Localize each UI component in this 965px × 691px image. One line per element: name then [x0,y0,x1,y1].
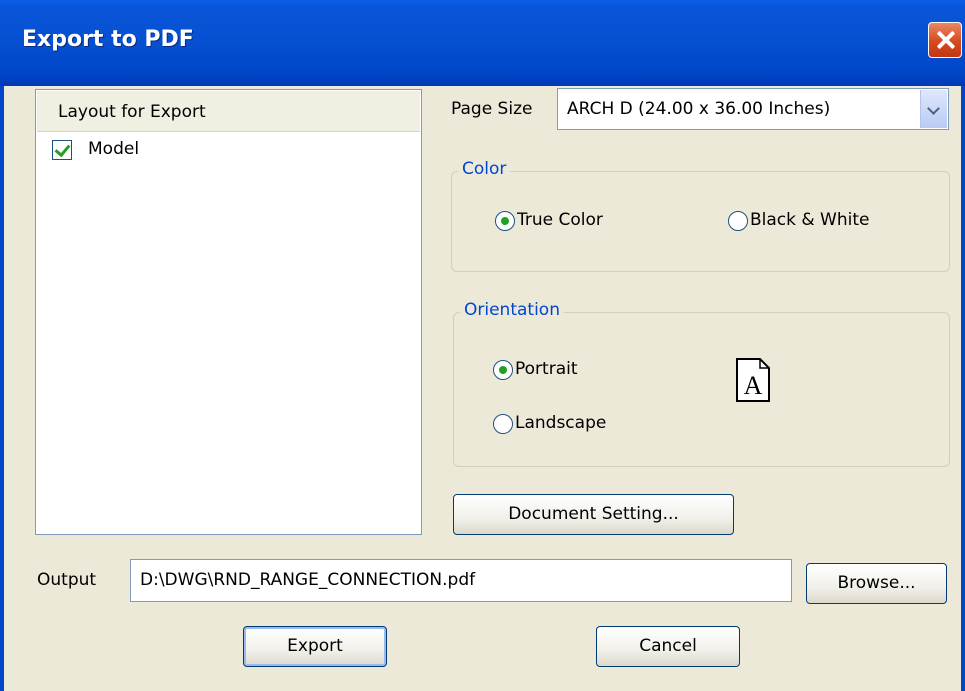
cancel-label: Cancel [639,636,697,656]
radio-black-white-dot[interactable] [728,211,748,231]
cancel-button[interactable]: Cancel [596,626,740,667]
document-setting-button[interactable]: Document Setting... [453,494,734,535]
radio-portrait-dot[interactable] [493,360,513,380]
radio-true-color-dot[interactable] [495,211,515,231]
page-size-label: Page Size [451,99,533,119]
export-button[interactable]: Export [243,626,387,667]
layout-list-header[interactable]: Layout for Export [37,91,420,132]
document-setting-label: Document Setting... [508,504,679,524]
preview-letter: A [744,371,763,400]
model-checkbox[interactable] [52,140,72,160]
window-frame-left [0,86,4,691]
layout-list[interactable]: Layout for Export Model [35,89,422,535]
output-label: Output [37,570,97,590]
page-size-value: ARCH D (24.00 x 36.00 Inches) [567,99,831,119]
export-label: Export [287,636,343,656]
radio-true-color-label: True Color [517,210,603,230]
orientation-group-legend: Orientation [460,300,564,320]
radio-black-white-label: Black & White [750,210,870,230]
radio-portrait-label: Portrait [515,359,578,379]
browse-label: Browse... [837,573,916,593]
layout-list-header-label: Layout for Export [58,102,206,122]
page-size-select[interactable]: ARCH D (24.00 x 36.00 Inches) [557,88,949,130]
title-bar[interactable]: Export to PDF [0,0,965,86]
layout-item-label: Model [88,139,140,159]
radio-landscape-label: Landscape [515,413,607,433]
browse-button[interactable]: Browse... [806,563,947,604]
output-path-value: D:\DWG\RND_RANGE_CONNECTION.pdf [140,570,476,590]
close-button[interactable] [928,22,962,58]
radio-landscape-dot[interactable] [493,414,513,434]
color-group-legend: Color [458,159,511,179]
window-frame-right [961,86,965,691]
window-title: Export to PDF [22,27,194,52]
chevron-down-icon[interactable] [920,90,947,128]
orientation-group [453,312,950,467]
output-path-field[interactable]: D:\DWG\RND_RANGE_CONNECTION.pdf [130,559,792,602]
portrait-page-icon: A [736,358,770,402]
